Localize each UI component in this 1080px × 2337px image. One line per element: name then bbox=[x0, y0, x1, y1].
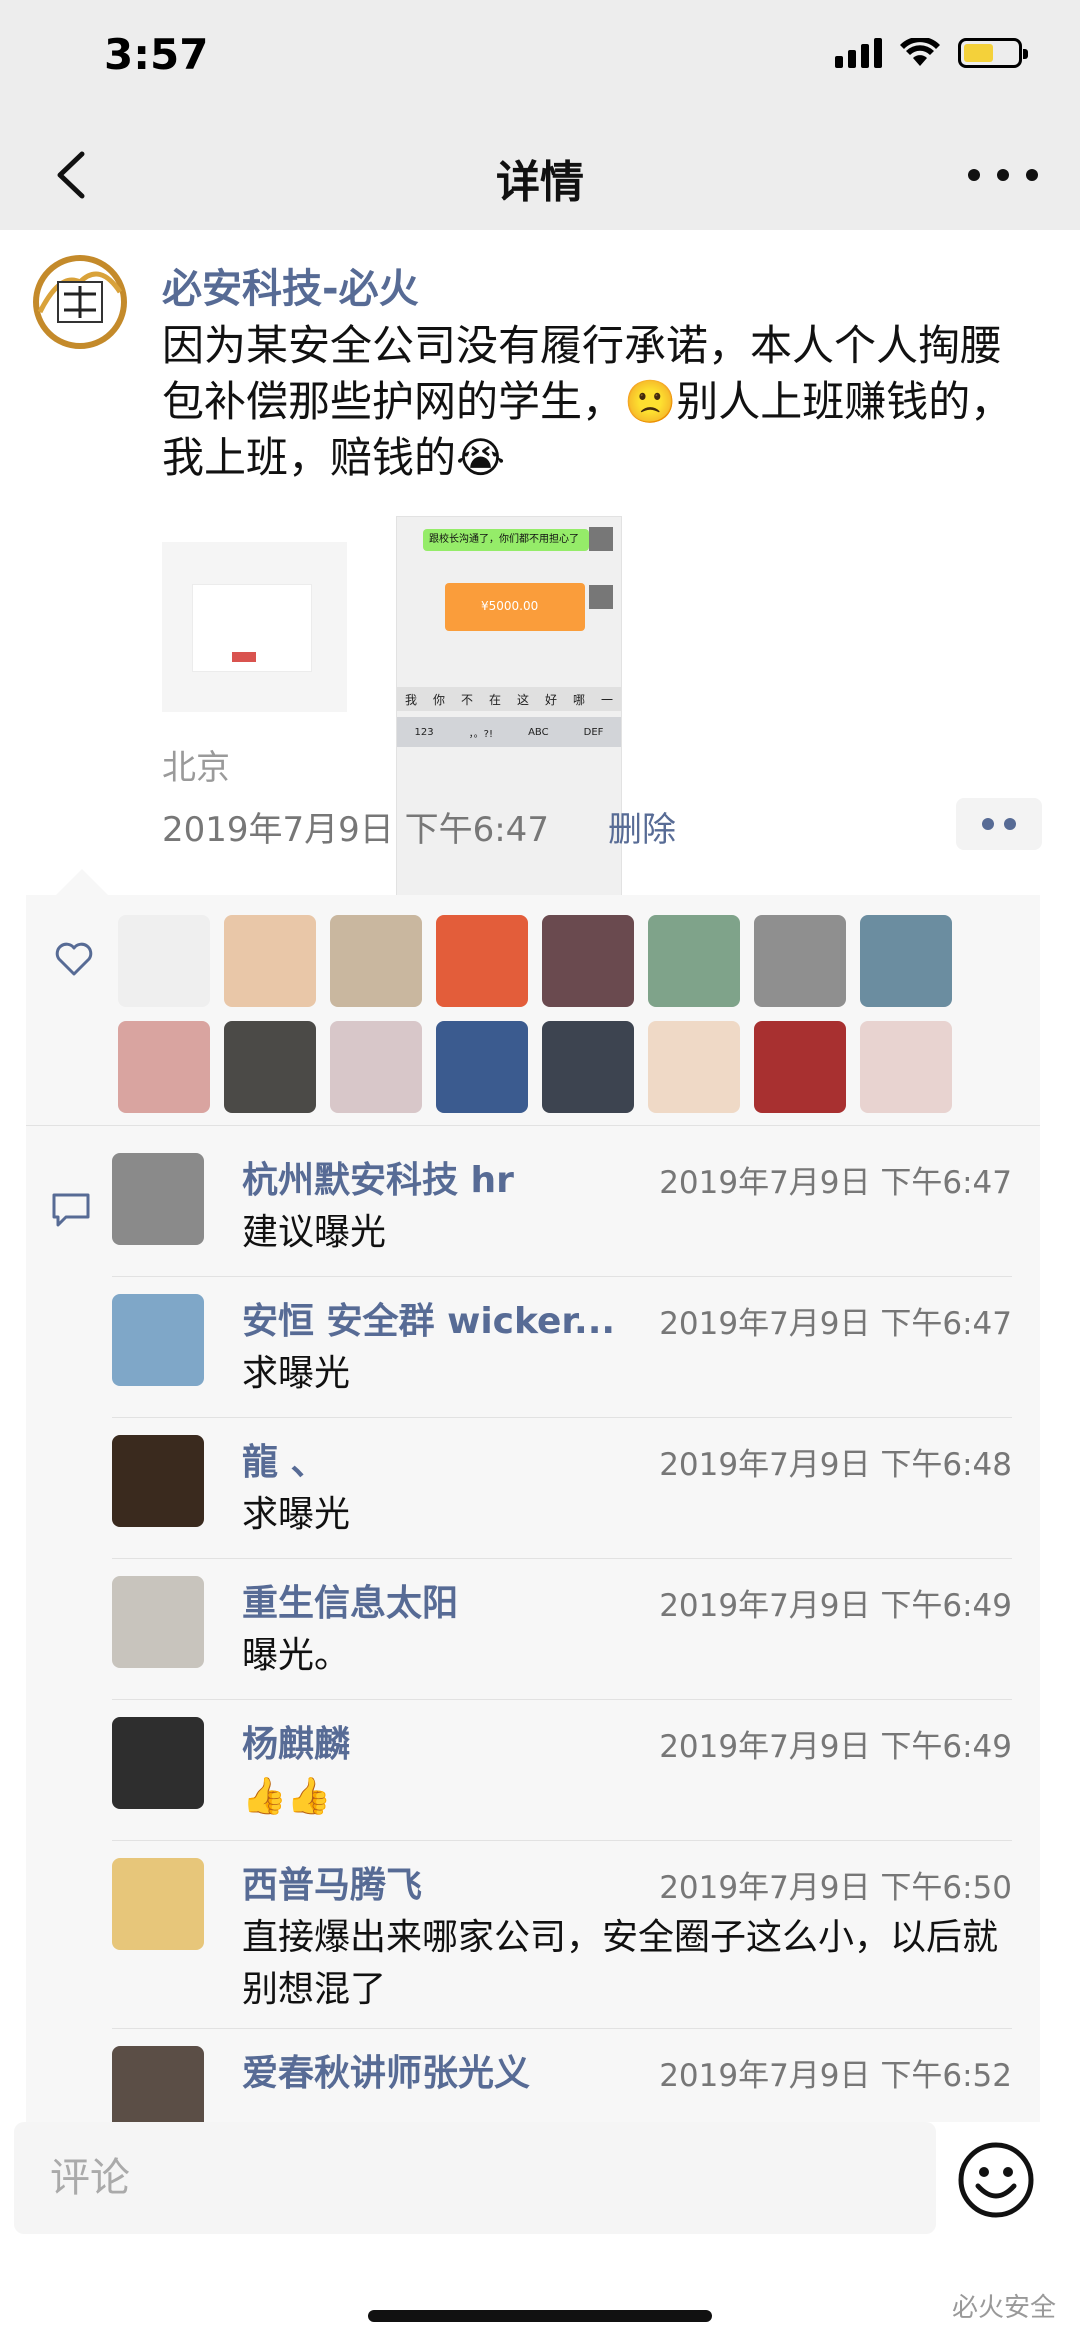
comment-text: 直接爆出来哪家公司，安全圈子这么小，以后就别想混了 bbox=[242, 1917, 999, 2010]
avatar[interactable] bbox=[112, 1858, 204, 1950]
likes-list bbox=[118, 915, 958, 1113]
page-title: 详情 bbox=[496, 157, 584, 208]
more-actions-button[interactable] bbox=[956, 798, 1042, 850]
like-avatar[interactable] bbox=[648, 1021, 740, 1113]
avatar[interactable] bbox=[112, 1153, 204, 1245]
comment-time: 2019年7月9日 下午6:50 bbox=[659, 1870, 1012, 1906]
like-avatar[interactable] bbox=[224, 1021, 316, 1113]
wifi-icon bbox=[900, 38, 940, 66]
nav-bar: 详情 bbox=[0, 120, 1080, 230]
like-avatar[interactable] bbox=[436, 915, 528, 1007]
heart-icon bbox=[55, 942, 93, 976]
comment-author[interactable]: 杭州默安科技 hr bbox=[242, 1151, 514, 1203]
like-avatar[interactable] bbox=[436, 1021, 528, 1113]
like-avatar[interactable] bbox=[330, 915, 422, 1007]
comment-row[interactable]: 龍 、 2019年7月9日 下午6:48 求曝光 bbox=[112, 1417, 1040, 1557]
home-indicator[interactable] bbox=[368, 2310, 712, 2322]
comment-time: 2019年7月9日 下午6:48 bbox=[659, 1447, 1012, 1483]
comment-time: 2019年7月9日 下午6:49 bbox=[659, 1588, 1012, 1624]
comment-author[interactable]: 爱春秋讲师张光义 bbox=[242, 2044, 530, 2096]
comment-bar: 必火安全 bbox=[0, 2122, 1080, 2337]
comment-row[interactable]: 西普马腾飞 2019年7月9日 下午6:50 直接爆出来哪家公司，安全圈子这么小，以… bbox=[112, 1840, 1040, 2010]
watermark: 必火安全 bbox=[951, 2293, 1056, 2323]
like-avatar[interactable] bbox=[648, 915, 740, 1007]
comment-author[interactable]: 西普马腾飞 bbox=[242, 1856, 422, 1908]
comment-time: 2019年7月9日 下午6:49 bbox=[659, 1729, 1012, 1765]
interaction-panel: 杭州默安科技 hr 2019年7月9日 下午6:47 建议曝光安恒 安全群 wick… bbox=[26, 869, 1040, 2138]
like-avatar[interactable] bbox=[224, 915, 316, 1007]
chat-bubble-text: 跟校长沟通了，你们都不用担心了 bbox=[429, 534, 579, 545]
comment-time: 2019年7月9日 下午6:47 bbox=[659, 1165, 1012, 1201]
avatar[interactable] bbox=[30, 252, 130, 352]
like-avatar[interactable] bbox=[860, 1021, 952, 1113]
comment-time: 2019年7月9日 下午6:47 bbox=[659, 1306, 1012, 1342]
comment-author[interactable]: 安恒 安全群 wicker... bbox=[242, 1292, 615, 1344]
keyboard-candidates: 我你不在这好哪一 bbox=[397, 687, 621, 711]
comment-text: 曝光。 bbox=[242, 1635, 351, 1676]
more-icon[interactable] bbox=[968, 152, 1038, 198]
like-avatar[interactable] bbox=[754, 1021, 846, 1113]
avatar[interactable] bbox=[112, 1576, 204, 1668]
comment-row[interactable]: 杭州默安科技 hr 2019年7月9日 下午6:47 建议曝光 bbox=[112, 1135, 1040, 1275]
like-avatar[interactable] bbox=[754, 915, 846, 1007]
avatar[interactable] bbox=[112, 1435, 204, 1527]
post-location[interactable]: 北京 bbox=[162, 740, 230, 789]
status-bar: 3:57 bbox=[0, 0, 1080, 120]
like-avatar[interactable] bbox=[860, 915, 952, 1007]
like-avatar[interactable] bbox=[542, 915, 634, 1007]
emoji-icon[interactable] bbox=[956, 2140, 1036, 2220]
post-author[interactable]: 必安科技-必火 bbox=[162, 256, 419, 314]
like-avatar[interactable] bbox=[542, 1021, 634, 1113]
like-avatar[interactable] bbox=[118, 915, 210, 1007]
like-avatar[interactable] bbox=[118, 1021, 210, 1113]
comment-row[interactable]: 重生信息太阳 2019年7月9日 下午6:49 曝光。 bbox=[112, 1558, 1040, 1698]
comment-author[interactable]: 重生信息太阳 bbox=[242, 1574, 458, 1626]
status-icons bbox=[835, 38, 1028, 68]
keyboard-keys: 123，。?! ABC DEF bbox=[397, 717, 621, 747]
comment-row[interactable]: 安恒 安全群 wicker... 2019年7月9日 下午6:47 求曝光 bbox=[112, 1276, 1040, 1416]
avatar[interactable] bbox=[112, 1294, 204, 1386]
post-text: 因为某安全公司没有履行承诺，本人个人掏腰包补偿那些护网的学生，🙁别人上班赚钱的，… bbox=[162, 321, 1013, 482]
comment-author[interactable]: 杨麒麟 bbox=[242, 1715, 350, 1767]
comment-author[interactable]: 龍 、 bbox=[242, 1433, 327, 1485]
comment-text: 建议曝光 bbox=[242, 1212, 387, 1253]
transfer-amount: ¥5000.00 bbox=[481, 599, 539, 613]
status-time: 3:57 bbox=[104, 30, 209, 79]
comment-input[interactable] bbox=[14, 2122, 936, 2234]
comment-icon bbox=[52, 1193, 90, 1227]
comment-text: 求曝光 bbox=[242, 1494, 351, 1535]
comment-text: 求曝光 bbox=[242, 1353, 351, 1394]
comment-time: 2019年7月9日 下午6:52 bbox=[659, 2058, 1012, 2094]
avatar[interactable] bbox=[112, 1717, 204, 1809]
post-images: 跟校长沟通了，你们都不用担心了 ¥5000.00 我你不在这好哪一 123，。?… bbox=[162, 502, 622, 962]
post-timestamp: 2019年7月9日 下午6:47 bbox=[162, 810, 549, 850]
like-avatar[interactable] bbox=[330, 1021, 422, 1113]
delete-link[interactable]: 删除 bbox=[608, 802, 676, 851]
post-image[interactable] bbox=[162, 542, 347, 712]
signal-icon bbox=[835, 38, 882, 68]
comment-row[interactable]: 杨麒麟 2019年7月9日 下午6:49 👍👍 bbox=[112, 1699, 1040, 1839]
battery-icon bbox=[958, 38, 1028, 68]
comment-text: 👍👍 bbox=[242, 1776, 332, 1817]
